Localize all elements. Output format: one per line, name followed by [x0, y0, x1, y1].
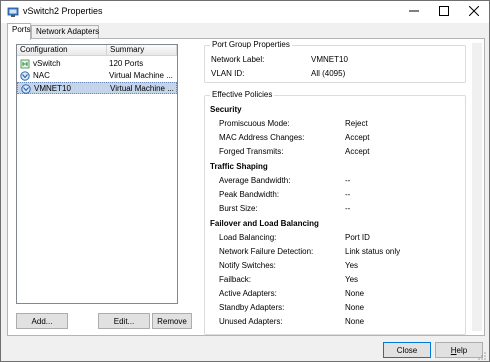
vlan-id-value: All (4095)	[311, 69, 346, 78]
standby-adapters-label: Standby Adapters:	[219, 303, 285, 312]
network-label-value: VMNET10	[311, 55, 348, 64]
help-button[interactable]: Help	[435, 342, 483, 358]
security-heading: Security	[210, 105, 242, 114]
peak-bandwidth-label: Peak Bandwidth:	[219, 190, 280, 199]
network-failure-detection-value: Link status only	[345, 247, 401, 256]
network-failure-detection-label: Network Failure Detection:	[219, 247, 314, 256]
dialog-footer: Close Help	[1, 337, 489, 362]
ports-tab-panel: Configuration Summary vSwitch 120 Ports	[7, 38, 485, 336]
list-item-config: VMNET10	[34, 84, 71, 93]
port-group-properties-group: Port Group Properties Network Label: VMN…	[204, 40, 466, 83]
mac-address-changes-value: Accept	[345, 133, 370, 142]
active-adapters-value: None	[345, 289, 365, 298]
list-item-vswitch[interactable]: vSwitch 120 Ports	[17, 58, 177, 70]
list-item-config: vSwitch	[33, 59, 61, 68]
close-window-button[interactable]	[459, 1, 489, 23]
unused-adapters-value: None	[345, 317, 365, 326]
active-adapters-label: Active Adapters:	[219, 289, 277, 298]
load-balancing-label: Load Balancing:	[219, 233, 277, 242]
vlan-id-label: VLAN ID:	[211, 69, 245, 78]
unused-adapters-label: Unused Adapters:	[219, 317, 283, 326]
list-item-vmnet10[interactable]: VMNET10 Virtual Machine ...	[17, 82, 177, 94]
edit-button[interactable]: Edit...	[98, 313, 150, 329]
column-header-configuration[interactable]: Configuration	[17, 45, 107, 56]
group-title: Port Group Properties	[210, 40, 292, 49]
traffic-shaping-heading: Traffic Shaping	[210, 162, 268, 171]
standby-adapters-value: None	[345, 303, 365, 312]
peak-bandwidth-value: --	[345, 190, 351, 199]
mac-address-changes-label: MAC Address Changes:	[219, 133, 305, 142]
network-label-label: Network Label:	[211, 55, 265, 64]
average-bandwidth-label: Average Bandwidth:	[219, 176, 291, 185]
vswitch-icon	[20, 59, 30, 69]
failback-label: Failback:	[219, 275, 252, 284]
average-bandwidth-value: --	[345, 176, 351, 185]
policies-scrollbar[interactable]	[472, 43, 482, 331]
properties-window: vSwitch2 Properties Ports Network Adapte…	[0, 0, 490, 362]
add-button[interactable]: Add...	[16, 313, 68, 329]
list-item-summary: 120 Ports	[109, 59, 144, 68]
list-item-summary: Virtual Machine ...	[110, 84, 174, 93]
column-header-summary[interactable]: Summary	[107, 45, 177, 56]
list-item-config: NAC	[33, 71, 50, 80]
maximize-button[interactable]	[429, 1, 459, 23]
resize-grip-icon[interactable]	[478, 352, 486, 360]
close-button[interactable]: Close	[383, 342, 431, 358]
burst-size-label: Burst Size:	[219, 204, 258, 213]
forged-transmits-label: Forged Transmits:	[219, 147, 284, 156]
title-bar: vSwitch2 Properties	[1, 1, 489, 23]
tab-ports[interactable]: Ports	[7, 23, 31, 40]
minimize-icon	[409, 6, 419, 18]
failover-heading: Failover and Load Balancing	[210, 219, 319, 228]
list-header: Configuration Summary	[17, 45, 177, 56]
close-icon	[468, 5, 480, 18]
list-item-nac[interactable]: NAC Virtual Machine ...	[17, 70, 177, 82]
notify-switches-value: Yes	[345, 261, 359, 270]
burst-size-value: --	[345, 204, 351, 213]
vm-network-icon	[20, 71, 30, 81]
load-balancing-value: Port ID	[345, 233, 370, 242]
maximize-icon	[439, 6, 449, 18]
promiscuous-mode-label: Promiscuous Mode:	[219, 119, 290, 128]
help-label-rest: elp	[456, 345, 468, 355]
list-item-summary: Virtual Machine ...	[109, 71, 173, 80]
promiscuous-mode-value: Reject	[345, 119, 368, 128]
tab-network-adapters[interactable]: Network Adapters	[31, 25, 99, 39]
remove-button[interactable]: Remove	[152, 313, 192, 329]
forged-transmits-value: Accept	[345, 147, 370, 156]
effective-policies-group: Effective Policies Security Promiscuous …	[204, 90, 466, 335]
failback-value: Yes	[345, 275, 359, 284]
vm-network-icon	[21, 84, 31, 94]
vswitch-properties-icon	[7, 6, 19, 18]
group-title: Effective Policies	[210, 90, 275, 99]
window-title: vSwitch2 Properties	[23, 6, 103, 16]
notify-switches-label: Notify Switches:	[219, 261, 276, 270]
minimize-button[interactable]	[399, 1, 429, 23]
ports-list[interactable]: Configuration Summary vSwitch 120 Ports	[16, 44, 178, 304]
